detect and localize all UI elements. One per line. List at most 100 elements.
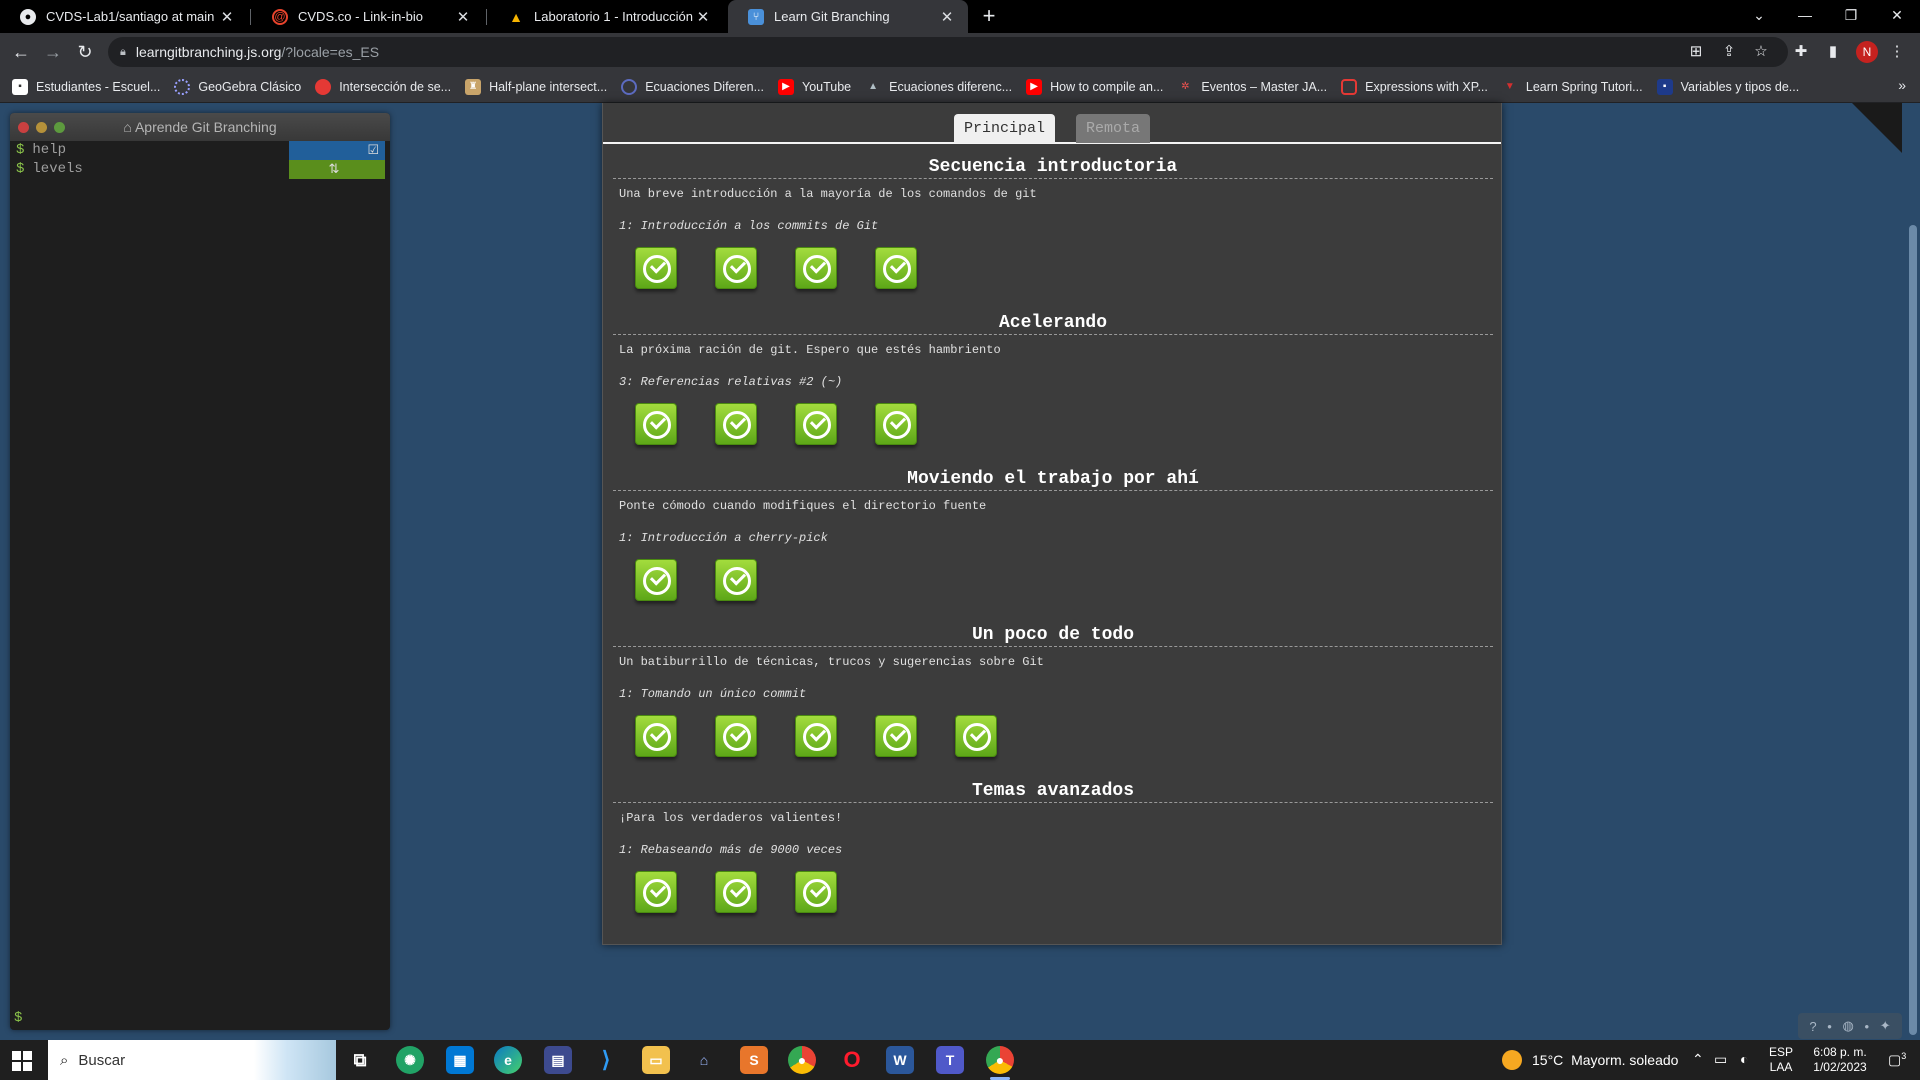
- restore-button[interactable]: ❐: [1828, 0, 1874, 33]
- microsoft-store-icon[interactable]: ▦: [446, 1046, 474, 1074]
- bookmark-item[interactable]: ▶ YouTube: [778, 78, 851, 95]
- github-corner-icon[interactable]: [1852, 103, 1902, 153]
- bookmark-item[interactable]: Expressions with XP...: [1341, 78, 1488, 95]
- maximize-dot-icon[interactable]: [54, 122, 65, 133]
- bookmark-item[interactable]: ▶ How to compile an...: [1026, 78, 1163, 95]
- level-completed-button[interactable]: [875, 715, 917, 757]
- bookmark-item[interactable]: ▲ Ecuaciones diferenc...: [865, 79, 1012, 95]
- minimize-button[interactable]: —: [1782, 0, 1828, 33]
- bookmark-item[interactable]: GeoGebra Clásico: [174, 78, 301, 95]
- tab-title: CVDS.co - Link-in-bio: [298, 9, 423, 24]
- browser-tab-1[interactable]: @ CVDS.co - Link-in-bio ✕: [252, 0, 484, 33]
- back-arrow-icon[interactable]: ←: [8, 39, 34, 65]
- network-icon[interactable]: ▭: [1714, 1051, 1727, 1068]
- network-app-icon[interactable]: ⌂: [690, 1046, 718, 1074]
- new-tab-button[interactable]: +: [976, 4, 1002, 30]
- minimize-dot-icon[interactable]: [36, 122, 47, 133]
- chatgpt-icon[interactable]: ✺: [396, 1046, 424, 1074]
- level-completed-button[interactable]: [875, 403, 917, 445]
- page-scrollbar[interactable]: [1905, 103, 1920, 1039]
- checkmark-icon: [643, 567, 671, 595]
- opera-icon[interactable]: O: [838, 1046, 866, 1074]
- show-hidden-chevron-icon[interactable]: ⌃: [1692, 1051, 1704, 1068]
- weather-widget[interactable]: 15°C Mayorm. soleado: [1502, 1040, 1678, 1080]
- windows-start-icon[interactable]: [12, 1051, 32, 1071]
- more-bookmarks-chevron-icon[interactable]: »: [1898, 77, 1906, 93]
- bookmark-star-icon[interactable]: ☆: [1750, 41, 1772, 63]
- browser-tab-3-active[interactable]: ⑂ Learn Git Branching ✕: [728, 0, 968, 33]
- bookmark-item[interactable]: Ecuaciones Diferen...: [621, 78, 764, 95]
- close-tab-icon[interactable]: ✕: [938, 8, 956, 26]
- language-indicator[interactable]: ESP LAA: [1764, 1040, 1798, 1080]
- terminal-input-prompt[interactable]: $: [14, 1010, 22, 1026]
- level-completed-button[interactable]: [875, 247, 917, 289]
- profile-avatar[interactable]: N: [1856, 41, 1878, 63]
- level-completed-button[interactable]: [635, 559, 677, 601]
- browser-tab-0[interactable]: ● CVDS-Lab1/santiago at main · sa ✕: [0, 0, 248, 33]
- level-completed-button[interactable]: [795, 403, 837, 445]
- level-completed-button[interactable]: [955, 715, 997, 757]
- close-window-button[interactable]: ✕: [1874, 0, 1920, 33]
- reload-icon[interactable]: ↻: [72, 39, 98, 65]
- bookmark-favicon-icon: ♜: [465, 78, 482, 95]
- sublime-icon[interactable]: S: [740, 1046, 768, 1074]
- close-tab-icon[interactable]: ✕: [454, 8, 472, 26]
- forward-arrow-icon[interactable]: →: [40, 39, 66, 65]
- bookmark-item[interactable]: ▼ Learn Spring Tutori...: [1502, 79, 1643, 95]
- bookmark-item[interactable]: Intersección de se...: [315, 78, 451, 95]
- close-dot-icon[interactable]: [18, 122, 29, 133]
- address-bar[interactable]: 🔒︎ learngitbranching.js.org /?locale=es_…: [108, 37, 1788, 67]
- clock[interactable]: 6:08 p. m. 1/02/2023: [1800, 1040, 1880, 1080]
- level-completed-button[interactable]: [715, 403, 757, 445]
- section-current-level: 1: Rebaseando más de 9000 veces: [619, 843, 843, 857]
- chrome-profile-icon[interactable]: ●: [986, 1046, 1014, 1080]
- browser-tab-strip: ● CVDS-Lab1/santiago at main · sa ✕ @ CV…: [0, 0, 1920, 33]
- level-completed-button[interactable]: [635, 247, 677, 289]
- extensions-puzzle-icon[interactable]: ✚: [1790, 41, 1812, 63]
- scrollbar-thumb[interactable]: [1909, 225, 1917, 1035]
- notifications-icon[interactable]: ▢3: [1888, 1051, 1906, 1069]
- bookmark-item[interactable]: ✲ Eventos – Master JA...: [1177, 79, 1327, 95]
- close-tab-icon[interactable]: ✕: [694, 8, 712, 26]
- tab-search-button[interactable]: ⌄: [1736, 0, 1782, 33]
- bookmark-label: Eventos – Master JA...: [1201, 79, 1328, 94]
- bookmark-item[interactable]: ♜ Half-plane intersect...: [465, 78, 607, 95]
- twitter-icon[interactable]: ✦: [1880, 1018, 1891, 1034]
- level-completed-button[interactable]: [715, 871, 757, 913]
- taskbar-search-box[interactable]: ⌕ Buscar: [48, 1040, 336, 1080]
- chrome-icon[interactable]: ●: [788, 1046, 816, 1074]
- volume-icon[interactable]: ◐: [1740, 1051, 1748, 1067]
- translate-icon[interactable]: ⊞: [1685, 41, 1707, 63]
- tab-principal[interactable]: Principal: [954, 114, 1056, 143]
- level-completed-button[interactable]: [715, 559, 757, 601]
- section-title: Un poco de todo: [613, 623, 1493, 647]
- globe-icon[interactable]: ◍: [1842, 1018, 1853, 1034]
- task-view-icon[interactable]: ⧉: [346, 1046, 374, 1074]
- tab-remota[interactable]: Remota: [1076, 114, 1151, 143]
- help-icon[interactable]: ?: [1809, 1019, 1816, 1034]
- levels-dialog: Principal Remota Secuencia introductoria…: [602, 103, 1502, 945]
- level-completed-button[interactable]: [715, 715, 757, 757]
- teams-icon[interactable]: T: [936, 1046, 964, 1074]
- side-panel-icon[interactable]: ▮: [1822, 41, 1844, 63]
- level-buttons: [613, 871, 1493, 931]
- file-explorer-icon[interactable]: ▭: [642, 1046, 670, 1074]
- edge-icon[interactable]: e: [494, 1046, 522, 1074]
- share-icon[interactable]: ⇪: [1718, 41, 1740, 63]
- vscode-icon[interactable]: ⟩: [592, 1046, 620, 1074]
- bookmark-item[interactable]: ▪ Variables y tipos de...: [1656, 78, 1799, 95]
- level-completed-button[interactable]: [635, 715, 677, 757]
- level-completed-button[interactable]: [635, 403, 677, 445]
- level-completed-button[interactable]: [635, 871, 677, 913]
- bookmark-item[interactable]: ▪ Estudiantes - Escuel...: [12, 78, 160, 95]
- chrome-menu-icon[interactable]: ⋮: [1886, 41, 1908, 63]
- bookmark-favicon-icon: [1341, 78, 1358, 95]
- level-completed-button[interactable]: [795, 871, 837, 913]
- word-icon[interactable]: W: [886, 1046, 914, 1074]
- close-tab-icon[interactable]: ✕: [218, 8, 236, 26]
- level-completed-button[interactable]: [715, 247, 757, 289]
- level-completed-button[interactable]: [795, 715, 837, 757]
- level-completed-button[interactable]: [795, 247, 837, 289]
- browser-tab-2[interactable]: ▲ Laboratorio 1 - Introducción GIT ✕: [488, 0, 724, 33]
- app-icon[interactable]: ▤: [544, 1046, 572, 1074]
